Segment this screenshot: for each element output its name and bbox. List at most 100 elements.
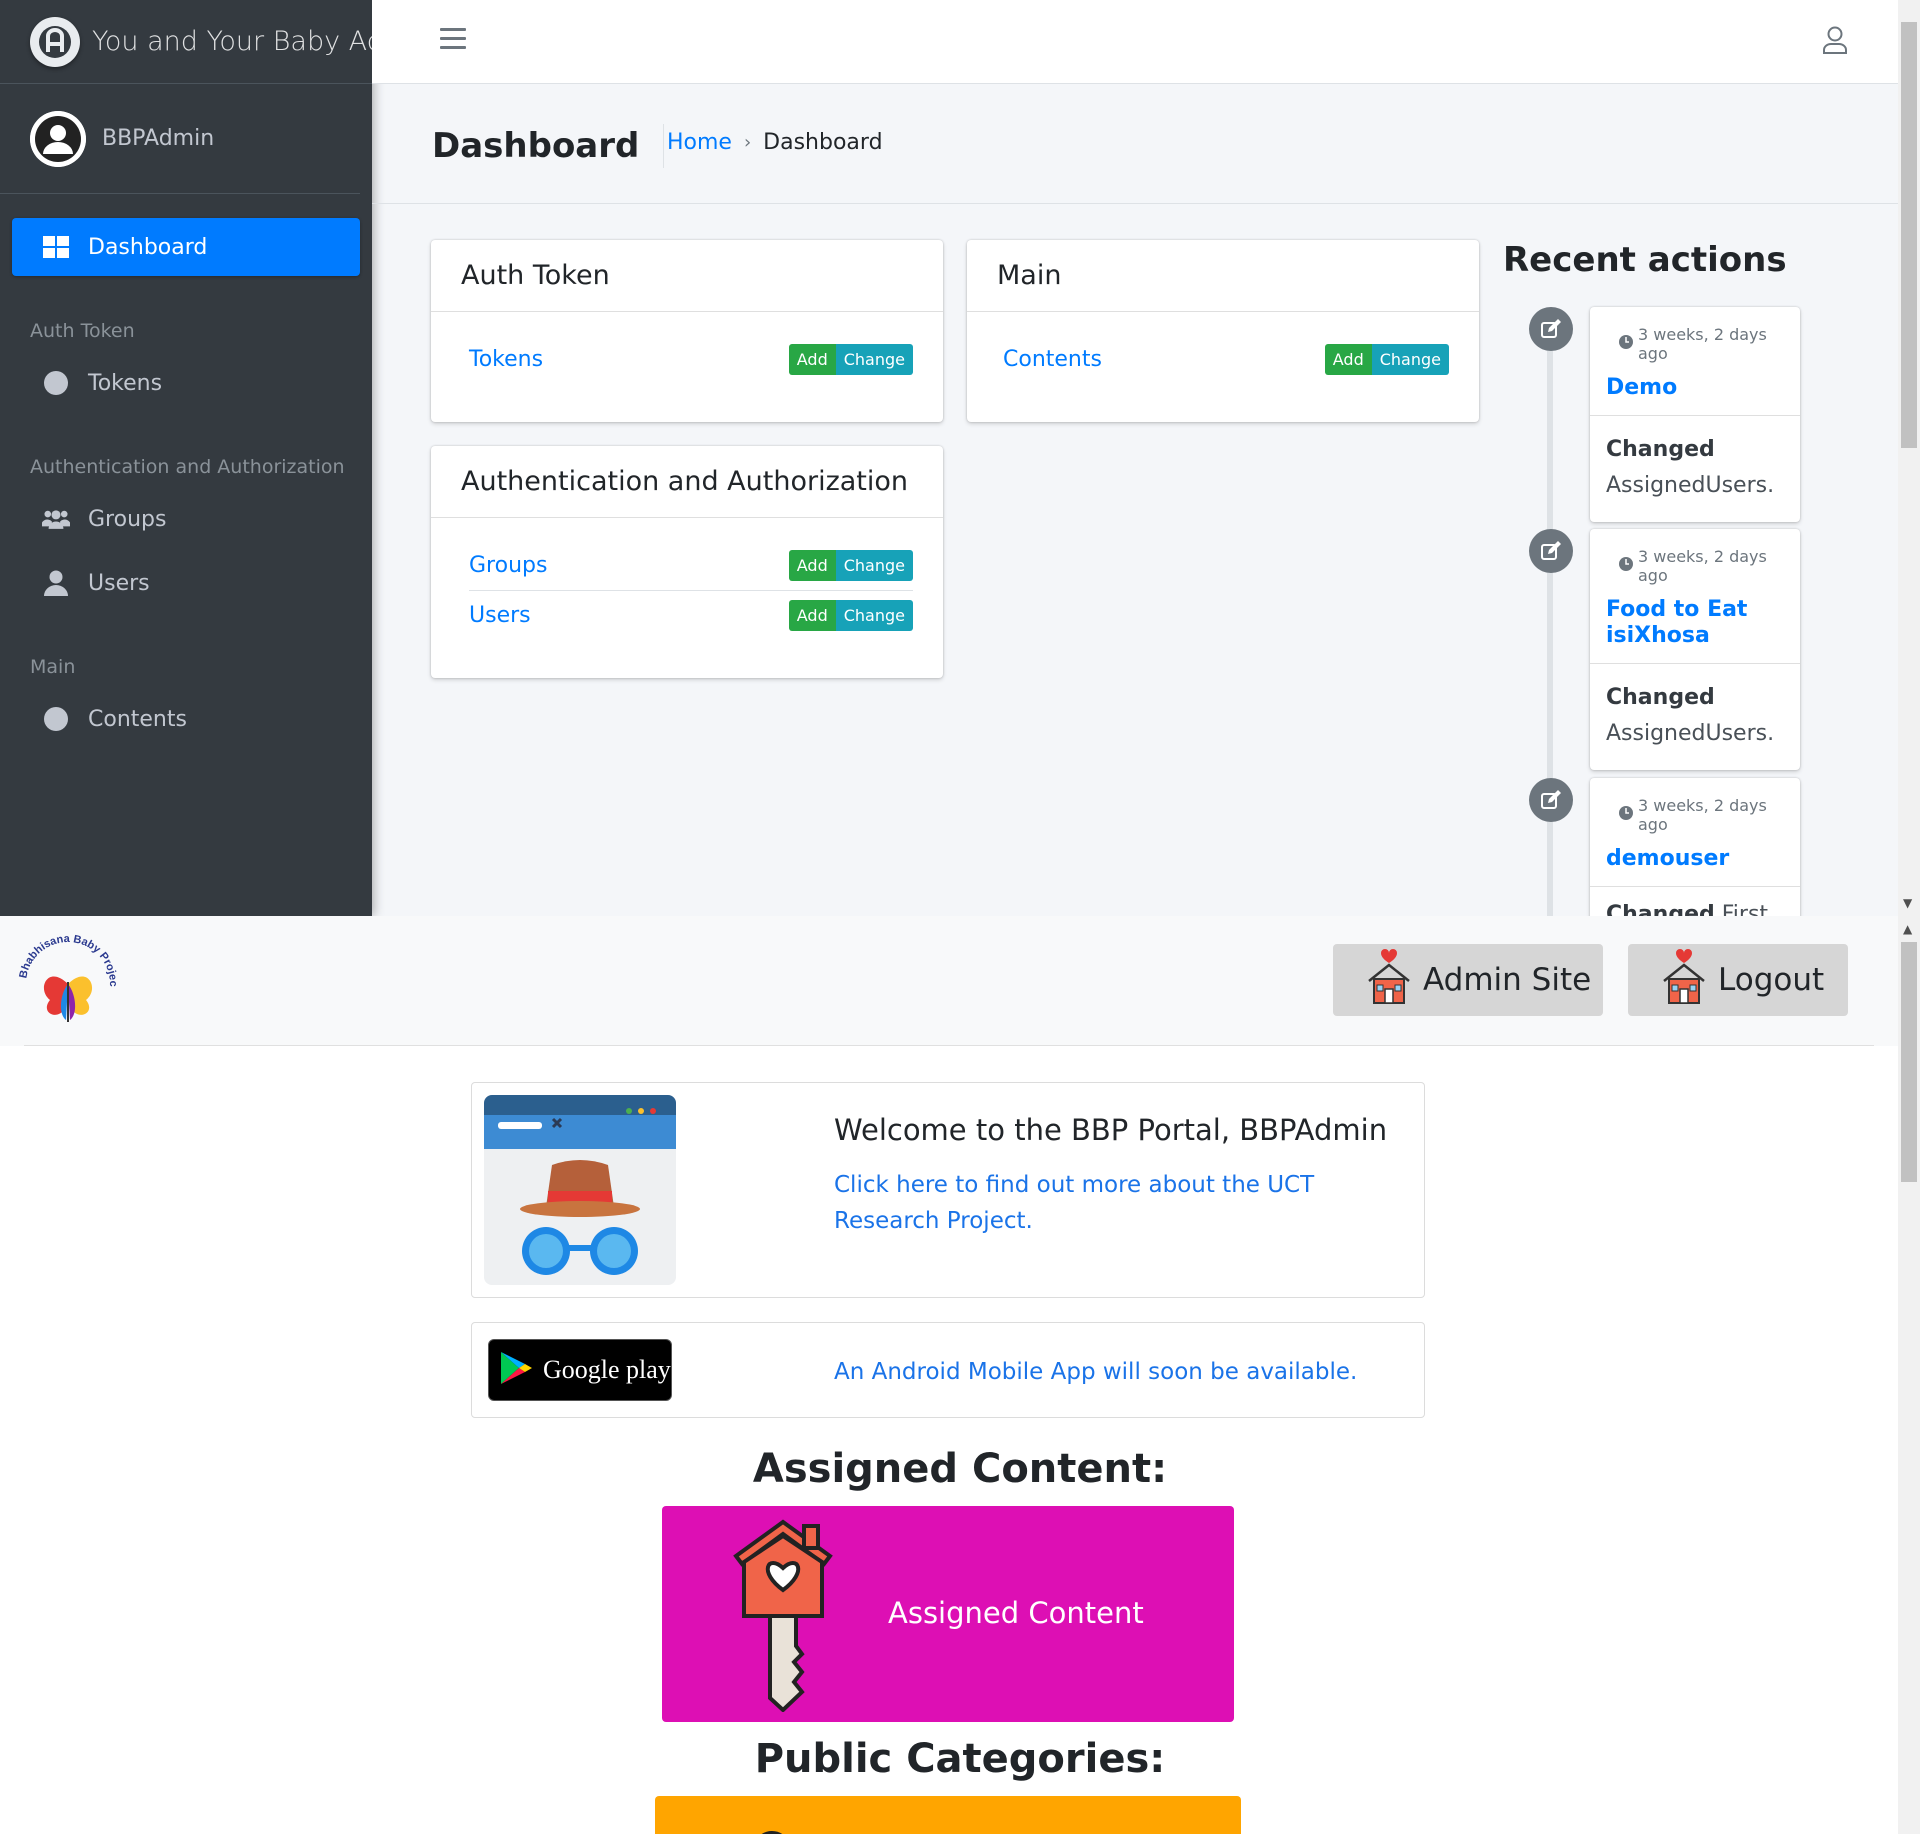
card-title: Auth Token — [431, 240, 943, 312]
sidebar-item-label: Groups — [88, 506, 167, 532]
action-object-link[interactable]: Demo — [1590, 363, 1800, 416]
circle-icon — [42, 705, 70, 733]
clock-icon — [1618, 805, 1634, 825]
portal-header: Bhabhisana Baby Project Admin Site Logou… — [0, 916, 1898, 1046]
sidebar: You and Your Baby Admin BBPAdmin Dashboa… — [0, 0, 372, 916]
breadcrumb-separator: › — [743, 132, 752, 153]
house-key-icon — [728, 1516, 838, 1716]
public-category-tile[interactable] — [655, 1796, 1241, 1834]
admin-site-button[interactable]: Admin Site — [1333, 944, 1603, 1016]
sidebar-item-tokens[interactable]: Tokens — [12, 354, 360, 412]
welcome-card: Welcome to the BBP Portal, BBPAdmin Clic… — [471, 1082, 1425, 1298]
sidebar-item-users[interactable]: Users — [12, 554, 360, 612]
action-time-text: 3 weeks, 2 days ago — [1638, 547, 1767, 585]
google-play-badge[interactable]: Google play — [488, 1339, 672, 1401]
model-link-users[interactable]: Users — [469, 603, 531, 628]
sidebar-item-groups[interactable]: Groups — [12, 490, 360, 548]
google-play-icon — [499, 1350, 533, 1390]
brand-title: You and Your Baby Admin — [92, 26, 372, 57]
action-verb: Changed — [1606, 902, 1715, 916]
admin-window: You and Your Baby Admin BBPAdmin Dashboa… — [0, 0, 1920, 916]
action-description: Changed AssignedUsers. — [1590, 664, 1800, 770]
user-menu-icon[interactable] — [1822, 26, 1848, 58]
nav-header-auth-token: Auth Token — [30, 320, 135, 342]
admin-logo-icon — [30, 16, 80, 67]
breadcrumb-home-link[interactable]: Home — [667, 130, 732, 155]
logout-button[interactable]: Logout — [1628, 944, 1848, 1016]
sidebar-item-dashboard[interactable]: Dashboard — [12, 218, 360, 276]
public-categories-title: Public Categories: — [754, 1736, 1166, 1782]
action-detail: AssignedUsers. — [1606, 473, 1775, 498]
scroll-down-arrow-icon[interactable]: ▼ — [1903, 896, 1912, 910]
action-description: Changed First — [1590, 887, 1800, 916]
recent-action-item: 3 weeks, 2 days ago demouser Changed Fir… — [1590, 778, 1800, 916]
incognito-browser-icon — [484, 1095, 676, 1289]
add-button[interactable]: Add — [788, 600, 836, 631]
model-link-tokens[interactable]: Tokens — [469, 347, 543, 372]
house-heart-icon — [1662, 947, 1706, 1013]
category-icon — [727, 1806, 817, 1834]
sidebar-item-label: Contents — [88, 706, 187, 732]
model-actions: Add Change — [788, 600, 913, 631]
add-button[interactable]: Add — [788, 343, 836, 375]
sidebar-item-contents[interactable]: Contents — [12, 690, 360, 748]
action-description: Changed AssignedUsers. — [1590, 416, 1800, 522]
menu-toggle-icon[interactable] — [440, 28, 466, 52]
card-title: Authentication and Authorization — [431, 446, 943, 518]
edit-icon — [1529, 307, 1573, 351]
change-button[interactable]: Change — [835, 600, 913, 631]
recent-action-item: 3 weeks, 2 days ago Food to Eat isiXhosa… — [1590, 529, 1800, 770]
action-object-link[interactable]: Food to Eat isiXhosa — [1590, 585, 1800, 664]
sidebar-item-label: Tokens — [88, 370, 163, 396]
dashboard-grid-icon — [42, 233, 70, 261]
user-panel[interactable]: BBPAdmin — [0, 84, 360, 194]
action-time: 3 weeks, 2 days ago — [1590, 529, 1800, 585]
assigned-content-title: Assigned Content: — [752, 1446, 1168, 1492]
research-project-link[interactable]: Click here to find out more about the UC… — [834, 1167, 1394, 1239]
user-icon — [42, 569, 70, 597]
edit-icon — [1529, 529, 1573, 573]
model-link-contents[interactable]: Contents — [1003, 347, 1102, 372]
assigned-content-tile[interactable]: Assigned Content — [662, 1506, 1234, 1722]
svg-text:Bhabhisana Baby Project: Bhabhisana Baby Project — [18, 934, 118, 987]
scrollbar-thumb[interactable] — [1901, 942, 1917, 1182]
circle-icon — [42, 369, 70, 397]
nav-header-main: Main — [30, 656, 76, 678]
change-button[interactable]: Change — [1371, 343, 1449, 375]
model-row: Users Add Change — [469, 590, 913, 640]
sidebar-nav: Dashboard Auth Token Tokens Authenticati… — [0, 194, 372, 748]
sidebar-item-label: Users — [88, 570, 150, 596]
action-verb: Changed — [1606, 685, 1715, 710]
recent-actions-title: Recent actions — [1503, 240, 1787, 280]
users-group-icon — [42, 505, 70, 533]
scroll-up-arrow-icon[interactable]: ▲ — [1903, 922, 1912, 936]
brand-link[interactable]: You and Your Baby Admin — [0, 0, 372, 84]
content-header: Dashboard Home › Dashboard — [372, 84, 1898, 204]
model-actions: Add Change — [1324, 343, 1449, 375]
action-time-text: 3 weeks, 2 days ago — [1638, 325, 1767, 363]
assigned-content-label: Assigned Content — [888, 1596, 1144, 1630]
admin-scrollbar[interactable]: ▼ — [1898, 0, 1920, 916]
portal-scrollbar[interactable]: ▲ — [1898, 916, 1920, 1834]
portal-window: Bhabhisana Baby Project Admin Site Logou… — [0, 916, 1920, 1834]
app-card-auth-token: Auth Token Tokens Add Change — [431, 240, 943, 422]
model-row: Tokens Add Change — [469, 334, 913, 384]
scrollbar-thumb[interactable] — [1901, 22, 1917, 448]
action-time: 3 weeks, 2 days ago — [1590, 307, 1800, 363]
action-detail: AssignedUsers. — [1606, 721, 1775, 746]
google-play-label: Google play — [543, 1355, 671, 1384]
add-button[interactable]: Add — [1324, 343, 1372, 375]
change-button[interactable]: Change — [835, 549, 913, 581]
breadcrumb-current: Dashboard — [763, 130, 883, 155]
add-button[interactable]: Add — [788, 549, 836, 581]
action-object-link[interactable]: demouser — [1590, 834, 1800, 887]
user-name: BBPAdmin — [102, 126, 215, 151]
model-link-groups[interactable]: Groups — [469, 553, 547, 578]
clock-icon — [1618, 334, 1634, 354]
model-row: Contents Add Change — [1003, 334, 1449, 384]
android-app-notice: An Android Mobile App will soon be avail… — [834, 1359, 1358, 1385]
timeline-line — [1547, 320, 1553, 916]
change-button[interactable]: Change — [835, 343, 913, 375]
bbp-butterfly-logo-icon[interactable]: Bhabhisana Baby Project — [16, 925, 119, 1034]
breadcrumb: Home › Dashboard — [667, 130, 883, 155]
